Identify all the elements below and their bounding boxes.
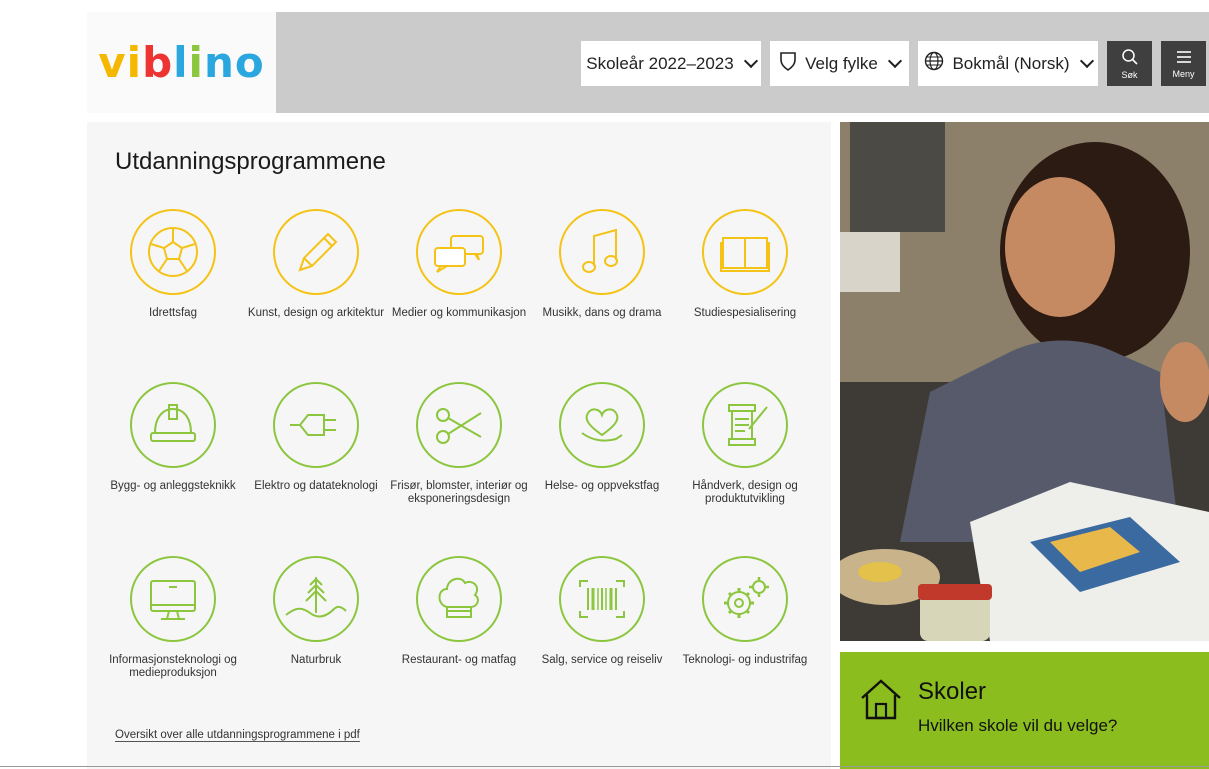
search-label: Søk xyxy=(1121,69,1138,80)
program-label: Medier og kommunikasjon xyxy=(391,307,527,319)
top-strip xyxy=(0,0,1209,12)
hard-hat-icon xyxy=(130,382,216,468)
chevron-down-icon xyxy=(743,53,758,69)
book-icon xyxy=(702,209,788,295)
pdf-overview-link[interactable]: Oversikt over alle utdanningsprogrammene… xyxy=(115,729,360,742)
program-tile-medier[interactable]: Medier og kommunikasjon xyxy=(384,208,534,320)
program-tile-frisor[interactable]: Frisør, blomster, interiør og eksponerin… xyxy=(384,381,534,506)
program-tile-handverk[interactable]: Håndverk, design og produktutvikling xyxy=(670,381,820,506)
program-label: Informasjonsteknologi og medieproduksjon xyxy=(109,654,237,679)
logo-part: l xyxy=(173,38,189,87)
schools-title: Skoler xyxy=(918,678,987,705)
program-label: Elektro og datateknologi xyxy=(254,480,378,492)
bottom-divider xyxy=(0,766,1209,767)
pencil-icon xyxy=(273,209,359,295)
county-label: Velg fylke xyxy=(805,53,878,73)
scissors-icon xyxy=(416,382,502,468)
program-label: Kunst, design og arkitektur xyxy=(247,307,385,319)
barcode-icon xyxy=(559,556,645,642)
plug-icon xyxy=(273,382,359,468)
program-label: Restaurant- og matfag xyxy=(401,654,517,666)
football-icon xyxy=(130,209,216,295)
thread-spool-icon xyxy=(702,382,788,468)
heart-hand-icon xyxy=(559,382,645,468)
county-dropdown[interactable]: Velg fylke xyxy=(770,41,909,86)
chevron-down-icon xyxy=(887,53,902,69)
program-tile-teknologi[interactable]: Teknologi- og industrifag xyxy=(670,555,820,667)
program-label: Studiespesialisering xyxy=(693,307,797,319)
program-tile-salg[interactable]: Salg, service og reiseliv xyxy=(527,555,677,667)
gears-icon xyxy=(702,556,788,642)
program-tile-bygg[interactable]: Bygg- og anleggsteknikk xyxy=(98,381,248,493)
page-title: Utdanningsprogrammene xyxy=(115,148,386,175)
school-year-label: Skoleår 2022–2023 xyxy=(586,53,734,73)
shield-icon xyxy=(779,51,797,76)
chevron-down-icon xyxy=(1079,53,1094,69)
monitor-icon xyxy=(130,556,216,642)
program-tile-naturbruk[interactable]: Naturbruk xyxy=(241,555,391,667)
programs-panel: Utdanningsprogrammene Idrettsfag Kunst, … xyxy=(87,122,831,769)
program-label: Naturbruk xyxy=(290,654,342,666)
program-tile-studiespesialisering[interactable]: Studiespesialisering xyxy=(670,208,820,320)
logo[interactable]: viblino xyxy=(87,12,276,113)
chef-hat-icon xyxy=(416,556,502,642)
house-icon xyxy=(858,676,904,727)
speech-bubbles-icon xyxy=(416,209,502,295)
hamburger-icon xyxy=(1175,49,1193,67)
program-label: Bygg- og anleggsteknikk xyxy=(110,480,236,492)
logo-part: vi xyxy=(98,38,143,87)
program-tile-musikk[interactable]: Musikk, dans og drama xyxy=(527,208,677,320)
school-year-dropdown[interactable]: Skoleår 2022–2023 xyxy=(581,41,761,86)
logo-part: i xyxy=(188,38,204,87)
program-tile-restaurant[interactable]: Restaurant- og matfag xyxy=(384,555,534,667)
schools-card[interactable]: Skoler Hvilken skole vil du velge? xyxy=(840,652,1209,769)
program-label: Teknologi- og industrifag xyxy=(682,654,808,666)
program-label: Idrettsfag xyxy=(149,307,197,319)
program-label: Helse- og oppvekstfag xyxy=(544,480,660,492)
program-tile-elektro[interactable]: Elektro og datateknologi xyxy=(241,381,391,493)
program-label: Håndverk, design og produktutvikling xyxy=(692,480,798,505)
search-icon xyxy=(1121,48,1139,68)
program-tile-kunst[interactable]: Kunst, design og arkitektur xyxy=(241,208,391,320)
schools-subtitle: Hvilken skole vil du velge? xyxy=(918,716,1118,735)
search-button[interactable]: Søk xyxy=(1107,41,1152,86)
student-photo xyxy=(840,122,1209,641)
logo-part: b xyxy=(142,38,174,87)
program-label: Salg, service og reiseliv xyxy=(541,654,663,666)
language-label: Bokmål (Norsk) xyxy=(952,53,1070,73)
logo-text: viblino xyxy=(98,38,264,87)
globe-icon xyxy=(924,51,944,76)
music-note-icon xyxy=(559,209,645,295)
program-tile-it[interactable]: Informasjonsteknologi og medieproduksjon xyxy=(98,555,248,680)
program-label: Frisør, blomster, interiør og eksponerin… xyxy=(390,480,528,505)
program-label: Musikk, dans og drama xyxy=(542,307,662,319)
menu-label: Meny xyxy=(1172,68,1195,79)
menu-button[interactable]: Meny xyxy=(1161,41,1206,86)
language-dropdown[interactable]: Bokmål (Norsk) xyxy=(918,41,1098,86)
logo-part: no xyxy=(203,38,265,87)
program-tile-idrettsfag[interactable]: Idrettsfag xyxy=(98,208,248,320)
page: viblino Skoleår 2022–2023 Velg fylke Bok… xyxy=(0,0,1209,769)
program-tile-helse[interactable]: Helse- og oppvekstfag xyxy=(527,381,677,493)
tree-icon xyxy=(273,556,359,642)
